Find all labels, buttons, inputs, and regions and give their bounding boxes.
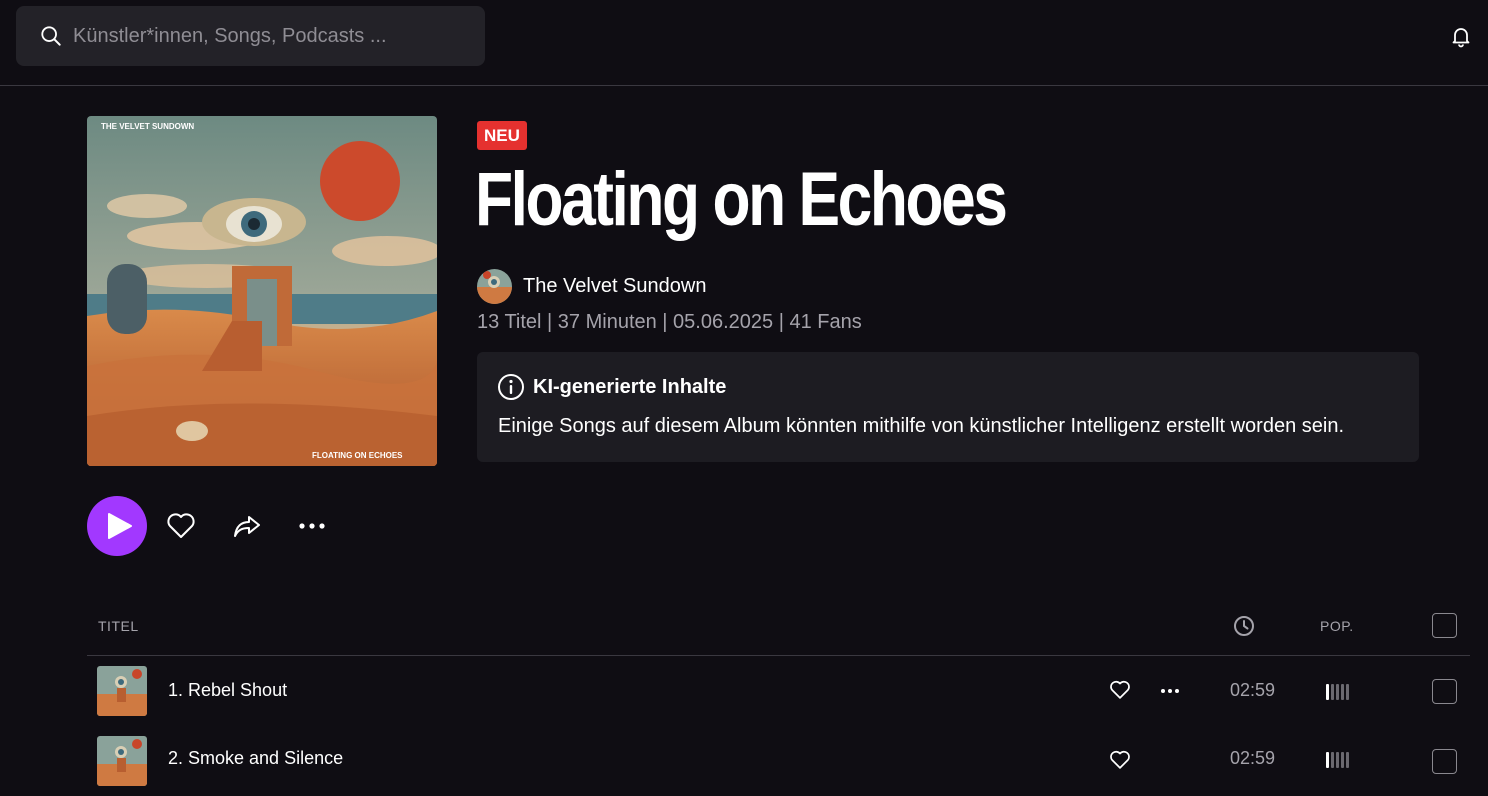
album-title: Floating on Echoes xyxy=(475,157,1008,242)
more-options-icon[interactable] xyxy=(298,516,326,536)
popularity-bar xyxy=(1346,684,1349,700)
select-all-checkbox[interactable] xyxy=(1432,613,1457,638)
popularity-bar xyxy=(1331,752,1334,768)
track-row[interactable]: 2. Smoke and Silence 02:59 xyxy=(87,726,1470,796)
track-checkbox[interactable] xyxy=(1432,749,1457,774)
track-duration: 02:59 xyxy=(1230,748,1276,768)
play-button[interactable] xyxy=(87,496,147,556)
top-bar xyxy=(0,0,1488,86)
column-header-title[interactable]: TITEL xyxy=(98,618,139,634)
track-thumbnail xyxy=(97,736,147,786)
popularity-bars xyxy=(1326,752,1349,768)
popularity-bar xyxy=(1346,752,1349,768)
popularity-bar xyxy=(1341,752,1344,768)
album-meta: 13 Titel | 37 Minuten | 05.06.2025 | 41 … xyxy=(477,311,862,333)
track-title[interactable]: 2. Smoke and Silence xyxy=(168,748,343,769)
popularity-bar xyxy=(1326,684,1329,700)
album-cover: THE VELVET SUNDOWN FLOATING ON ECHOES xyxy=(87,116,437,466)
popularity-bar xyxy=(1336,752,1339,768)
share-icon[interactable] xyxy=(232,512,262,540)
artist-avatar[interactable] xyxy=(477,269,512,304)
track-row[interactable]: 1. Rebel Shout 02:59 xyxy=(87,656,1470,726)
track-duration: 02:59 xyxy=(1230,680,1276,700)
duration-clock-icon[interactable] xyxy=(1233,615,1255,637)
cover-album-text: FLOATING ON ECHOES xyxy=(312,451,403,460)
notification-bell-icon[interactable] xyxy=(1449,24,1473,48)
search-icon xyxy=(41,26,61,46)
popularity-bar xyxy=(1331,684,1334,700)
track-heart-icon[interactable] xyxy=(1109,750,1131,770)
favorite-heart-icon[interactable] xyxy=(166,512,196,540)
track-heart-icon[interactable] xyxy=(1109,680,1131,700)
cover-band-text: THE VELVET SUNDOWN xyxy=(101,122,194,131)
track-title[interactable]: 1. Rebel Shout xyxy=(168,680,287,701)
column-header-popularity[interactable]: POP. xyxy=(1320,618,1354,634)
track-more-icon[interactable] xyxy=(1160,686,1180,696)
popularity-bar xyxy=(1336,684,1339,700)
popularity-bars xyxy=(1326,684,1349,700)
ai-content-notice: KI-generierte Inhalte Einige Songs auf d… xyxy=(477,352,1419,462)
artist-name-link[interactable]: The Velvet Sundown xyxy=(523,275,706,298)
search-input[interactable] xyxy=(73,6,463,66)
track-thumbnail xyxy=(97,666,147,716)
info-icon xyxy=(498,374,524,400)
ai-notice-text: Einige Songs auf diesem Album könnten mi… xyxy=(498,415,1345,437)
search-box[interactable] xyxy=(16,6,485,66)
new-badge: NEU xyxy=(477,121,527,150)
track-checkbox[interactable] xyxy=(1432,679,1457,704)
play-icon xyxy=(108,513,132,539)
popularity-bar xyxy=(1341,684,1344,700)
popularity-bar xyxy=(1326,752,1329,768)
ai-notice-title: KI-generierte Inhalte xyxy=(533,376,727,398)
